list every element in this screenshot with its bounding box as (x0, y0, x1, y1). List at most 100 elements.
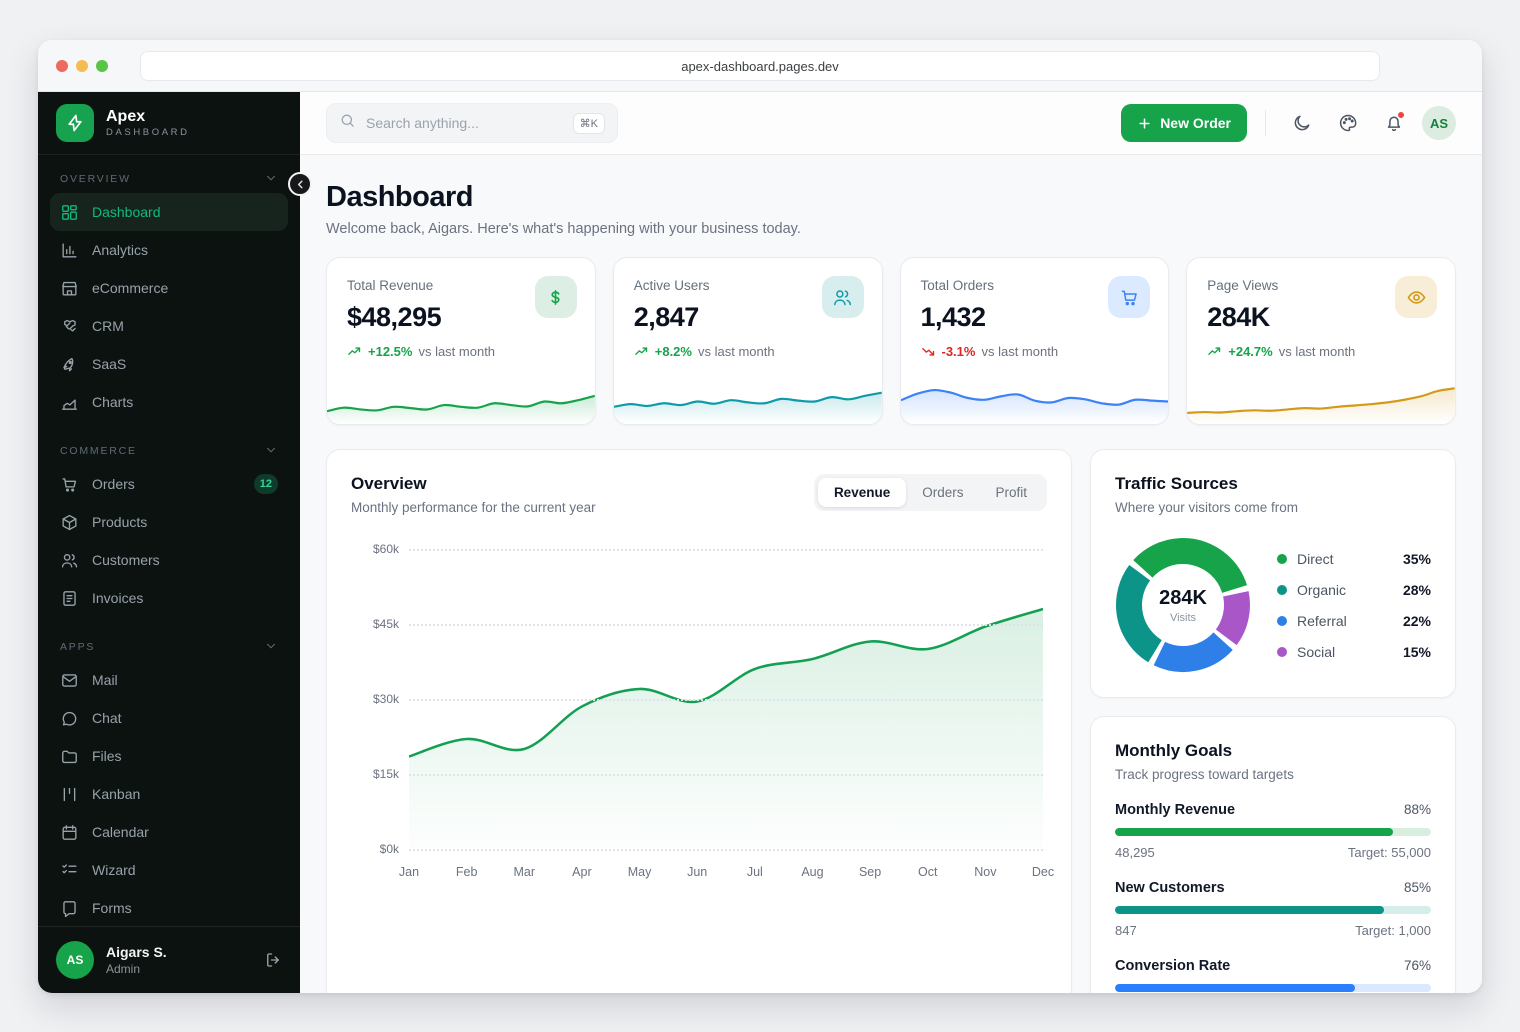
search-icon (339, 112, 356, 134)
theme-palette-button[interactable] (1330, 105, 1366, 141)
sidebar-item-mail[interactable]: Mail (50, 661, 288, 699)
dark-mode-toggle[interactable] (1284, 105, 1320, 141)
legend-row-social: Social 15% (1277, 644, 1431, 660)
chart-growth-icon (60, 393, 79, 412)
trend-up-icon (347, 344, 362, 359)
new-order-button[interactable]: New Order (1121, 104, 1247, 142)
sidebar-item-dashboard[interactable]: Dashboard (50, 193, 288, 231)
handshake-icon (60, 317, 79, 336)
user-role: Admin (106, 962, 141, 976)
sidebar-item-invoices[interactable]: Invoices (50, 579, 288, 617)
sidebar-item-label: SaaS (92, 356, 127, 372)
sidebar-item-crm[interactable]: CRM (50, 307, 288, 345)
legend-row-direct: Direct 35% (1277, 551, 1431, 567)
sidebar-section-header[interactable]: COMMERCE (50, 437, 288, 465)
chevron-down-icon (264, 443, 278, 460)
sidebar-section-header[interactable]: APPS (50, 633, 288, 661)
donut-center-value: 284K (1159, 586, 1207, 609)
goal-header: Monthly Revenue 88% (1115, 802, 1431, 818)
address-bar[interactable]: apex-dashboard.pages.dev (140, 51, 1380, 81)
page-subtitle: Welcome back, Aigars. Here's what's happ… (326, 221, 801, 237)
revenue-chart: $60k $45k $30k $15k $0k Jan Feb Mar Apr May Jun Ju… (357, 542, 1054, 889)
stat-delta-percent: -3.1% (941, 344, 976, 359)
chart-x-label: Sep (858, 865, 882, 879)
sidebar-section-header[interactable]: OVERVIEW (50, 165, 288, 193)
chart-y-tick: $45k (372, 617, 399, 631)
rocket-icon (60, 355, 79, 374)
search-input[interactable] (366, 115, 563, 131)
stat-sparkline (613, 391, 882, 424)
traffic-title: Traffic Sources (1115, 474, 1238, 493)
sidebar-item-label: Wizard (92, 862, 136, 878)
notifications-button[interactable] (1376, 105, 1412, 141)
goal-name: New Customers (1115, 880, 1225, 896)
legend-row-referral: Referral 22% (1277, 613, 1431, 629)
zoom-window-button[interactable] (96, 59, 108, 72)
page-title: Dashboard (326, 181, 473, 213)
overview-card: Overview Monthly performance for the cur… (326, 449, 1072, 993)
dollar-icon (534, 276, 577, 318)
goal-header: Conversion Rate 76% (1115, 958, 1431, 974)
sidebar-item-products[interactable]: Products (50, 503, 288, 541)
sidebar-section: APPS Mail Chat Files Kanban Calendar Wizard For… (50, 633, 288, 926)
sidebar-item-wizard[interactable]: Wizard (50, 851, 288, 889)
app-root: Apex DASHBOARD OVERVIEW Dashboard Analytic… (38, 92, 1482, 993)
cart-icon (60, 475, 79, 494)
sidebar-section-label: APPS (60, 641, 96, 653)
stat-sparkline (327, 394, 595, 424)
tab-revenue[interactable]: Revenue (817, 478, 907, 507)
logout-icon[interactable] (264, 951, 282, 969)
legend-dot (1277, 615, 1287, 626)
chart-x-label: Oct (917, 865, 938, 879)
monthly-goals-card: Monthly Goals Track progress toward targ… (1090, 716, 1456, 993)
goal-values: 48,295 Target: 55,000 (1115, 845, 1431, 860)
stat-delta-percent: +8.2% (654, 344, 692, 359)
sidebar-section-label: COMMERCE (60, 445, 137, 457)
sidebar-item-analytics[interactable]: Analytics (50, 231, 288, 269)
legend-percent: 35% (1402, 550, 1431, 567)
sidebar-section: COMMERCE Orders 12 Products Customers Invoice… (50, 437, 288, 617)
sidebar-item-label: Kanban (92, 786, 141, 802)
legend-percent: 22% (1402, 612, 1431, 629)
sidebar-item-ecommerce[interactable]: eCommerce (50, 269, 288, 307)
trend-up-icon (1207, 344, 1222, 359)
sidebar-item-customers[interactable]: Customers (50, 541, 288, 579)
user-avatar: AS (56, 941, 94, 979)
window-controls (56, 59, 108, 72)
stat-card-delta: +24.7% vs last month (1207, 344, 1435, 359)
goal-percent: 88% (1403, 802, 1431, 817)
sidebar-item-files[interactable]: Files (50, 737, 288, 775)
sidebar-item-calendar[interactable]: Calendar (50, 813, 288, 851)
sidebar-collapse-button[interactable] (288, 172, 312, 196)
sidebar-item-forms[interactable]: Forms (50, 889, 288, 926)
goal-name: Conversion Rate (1115, 958, 1231, 974)
stat-card-active-users: Active Users 2,847 +8.2% vs last month (612, 257, 883, 425)
goal-new-customers: New Customers 85% 847 Target: 1,000 (1115, 880, 1431, 938)
sidebar-item-kanban[interactable]: Kanban (50, 775, 288, 813)
goal-percent: 76% (1403, 958, 1431, 973)
chart-x-label: Feb (455, 865, 478, 879)
goal-target: Target: 55,000 (1347, 845, 1431, 860)
minimize-window-button[interactable] (76, 59, 88, 72)
chart-gridline (409, 774, 1043, 776)
sidebar-item-chat[interactable]: Chat (50, 699, 288, 737)
stat-delta-suffix: vs last month (697, 344, 775, 359)
chart-gridline (409, 699, 1043, 701)
tab-profit[interactable]: Profit (979, 478, 1043, 507)
sidebar-item-charts[interactable]: Charts (50, 383, 288, 421)
chart-plot-area: $60k $45k $30k $15k $0k (373, 542, 1043, 856)
orders-count-badge: 12 (253, 474, 278, 494)
chart-x-label: Dec (1031, 865, 1055, 879)
donut-center-label: Visits (1169, 611, 1197, 624)
page-content: Dashboard Welcome back, Aigars. Here's w… (300, 155, 1482, 993)
stat-card-delta: +12.5% vs last month (347, 344, 575, 359)
stat-cards-row: Total Revenue $48,295 +12.5% vs last month … (326, 257, 1456, 425)
sidebar-item-orders[interactable]: Orders 12 (50, 465, 288, 503)
document-icon (60, 589, 79, 608)
checklist-icon (60, 861, 79, 880)
profile-avatar[interactable]: AS (1422, 106, 1456, 140)
close-window-button[interactable] (56, 59, 68, 72)
brand-subtitle: DASHBOARD (106, 126, 190, 138)
sidebar-item-saas[interactable]: SaaS (50, 345, 288, 383)
tab-orders[interactable]: Orders (906, 478, 979, 507)
